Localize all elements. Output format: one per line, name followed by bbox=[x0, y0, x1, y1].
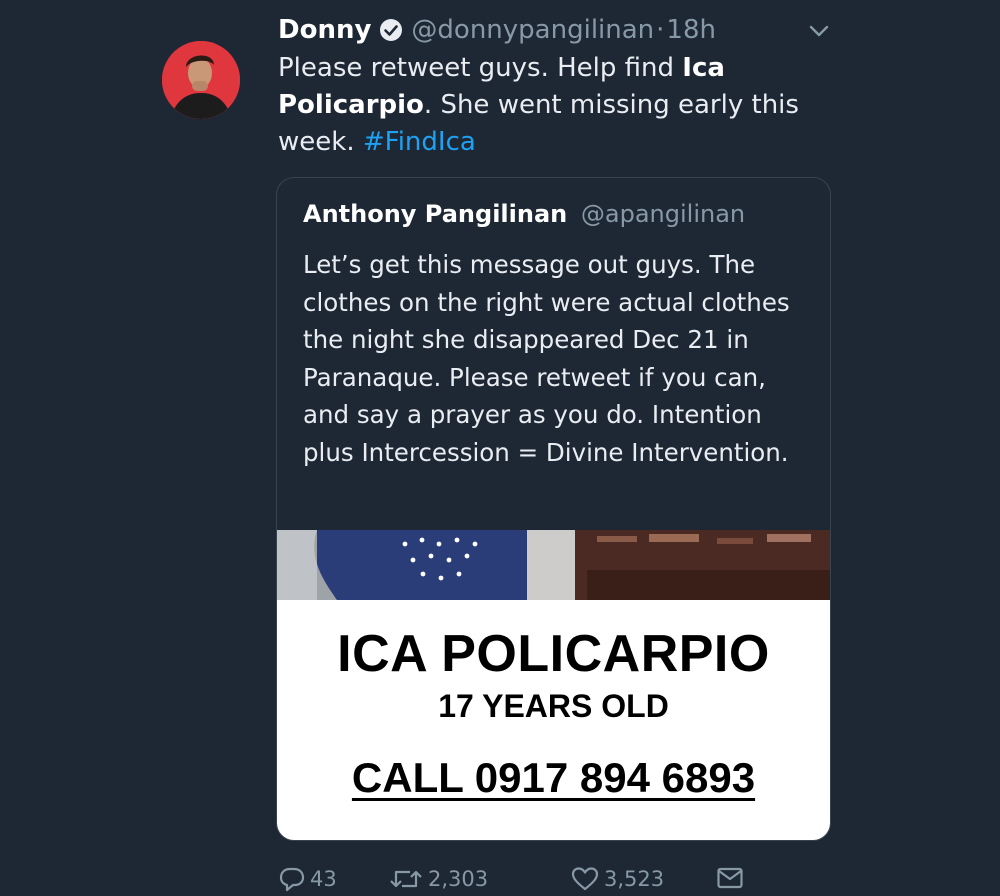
quoted-media[interactable]: ICA POLICARPIO 17 YEARS OLD CALL 0917 89… bbox=[277, 530, 830, 840]
envelope-icon bbox=[717, 867, 743, 889]
quoted-tweet-header: Anthony Pangilinan @apangilinan bbox=[303, 200, 745, 228]
author-handle[interactable]: @donnypangilinan bbox=[411, 15, 654, 45]
tweet-text-part1: Please retweet guys. Help find bbox=[278, 53, 683, 83]
quoted-author-handle: @apangilinan bbox=[580, 200, 746, 228]
reply-button[interactable]: 43 bbox=[278, 866, 337, 892]
photo-strip bbox=[277, 530, 830, 600]
hashtag-link[interactable]: #FindIca bbox=[363, 127, 476, 157]
poster-call: CALL 0917 894 6893 bbox=[277, 754, 830, 802]
poster-call-text: CALL 0917 894 6893 bbox=[351, 754, 756, 801]
heart-icon bbox=[571, 867, 599, 891]
like-count: 3,523 bbox=[604, 867, 665, 891]
reply-icon bbox=[279, 867, 305, 892]
direct-message-button[interactable] bbox=[716, 866, 748, 890]
chevron-down-icon[interactable] bbox=[806, 22, 832, 40]
avatar[interactable] bbox=[162, 41, 240, 119]
verified-icon bbox=[379, 18, 403, 42]
retweet-button[interactable]: 2,303 bbox=[388, 866, 488, 892]
quoted-tweet-text: Let’s get this message out guys. The clo… bbox=[303, 250, 790, 467]
avatar-image bbox=[162, 41, 240, 119]
tweet-time[interactable]: 18h bbox=[666, 15, 716, 45]
retweet-icon bbox=[390, 870, 422, 888]
quoted-author-name: Anthony Pangilinan bbox=[303, 200, 568, 228]
poster-name: ICA POLICARPIO bbox=[337, 625, 770, 683]
reply-count: 43 bbox=[310, 867, 337, 891]
tweet-actions: 43 2,303 3,523 bbox=[278, 862, 838, 896]
quoted-tweet-card[interactable]: Anthony Pangilinan @apangilinan Let’s ge… bbox=[276, 177, 831, 841]
poster-age: 17 YEARS OLD bbox=[438, 688, 669, 724]
retweet-count: 2,303 bbox=[428, 867, 489, 891]
author-name[interactable]: Donny bbox=[278, 15, 371, 45]
like-button[interactable]: 3,523 bbox=[570, 866, 664, 892]
tweet-header: Donny @donnypangilinan · 18h bbox=[278, 12, 716, 48]
separator: · bbox=[656, 15, 665, 45]
tweet-text: Please retweet guys. Help find Ica Polic… bbox=[278, 50, 838, 161]
